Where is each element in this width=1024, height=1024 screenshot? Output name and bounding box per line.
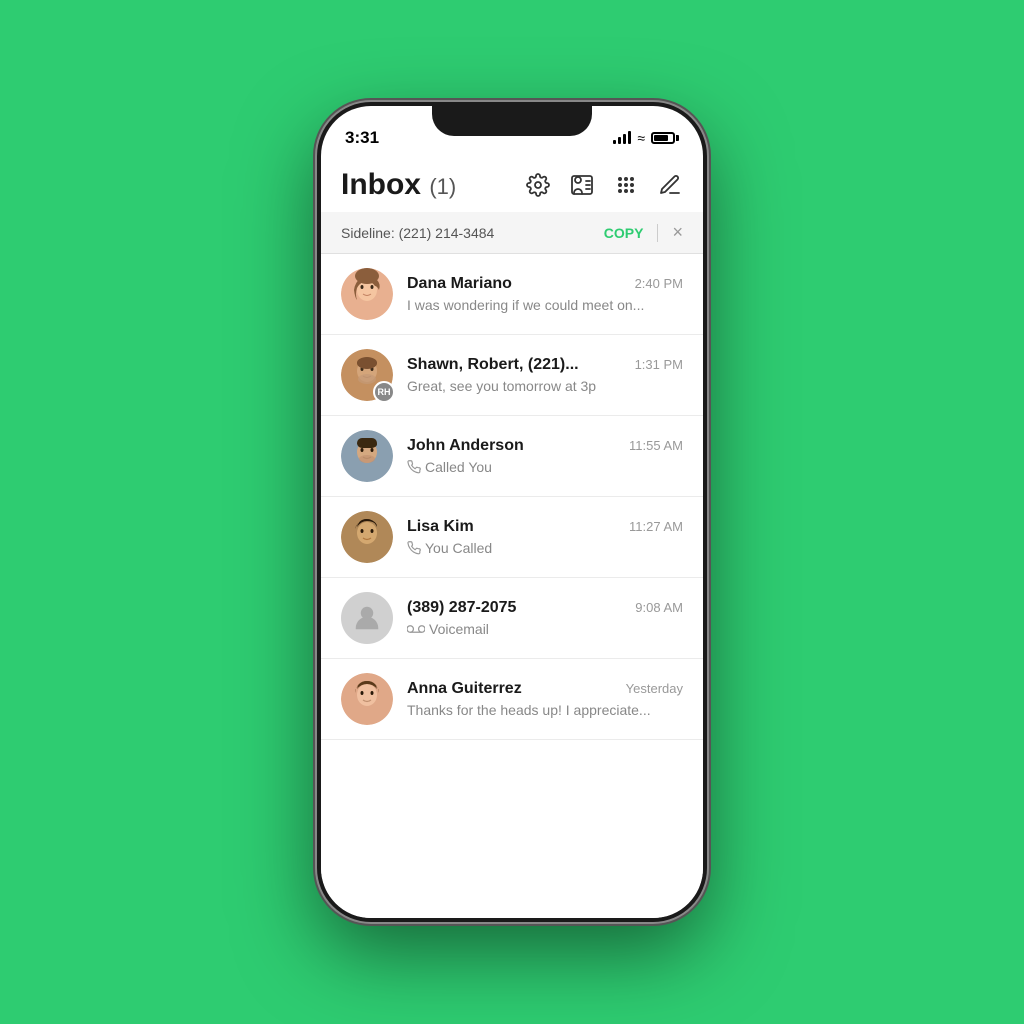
battery-icon [651,132,679,144]
john-avatar [341,430,393,482]
avatar-wrapper [341,511,393,563]
message-time: 11:55 AM [629,438,683,453]
contact-name: Anna Guiterrez [407,680,522,698]
contact-name: John Anderson [407,437,524,455]
message-preview: I was wondering if we could meet on... [407,297,683,313]
inbox-item-anna[interactable]: Anna Guiterrez Yesterday Thanks for the … [321,659,703,740]
call-icon [407,541,421,555]
contact-name: Shawn, Robert, (221)... [407,356,579,374]
close-sideline-button[interactable]: × [672,222,683,243]
header-icons [525,172,683,198]
divider [657,224,658,242]
anna-avatar [341,673,393,725]
contact-name: (389) 287-2075 [407,599,516,617]
inbox-item-lisa[interactable]: Lisa Kim 11:27 AM You Called [321,497,703,578]
item-content: Lisa Kim 11:27 AM You Called [407,518,683,556]
item-top: Shawn, Robert, (221)... 1:31 PM [407,356,683,374]
item-top: Dana Mariano 2:40 PM [407,275,683,293]
phone-screen: 3:31 ≈ [321,106,703,918]
settings-icon[interactable] [525,172,551,198]
phone-device: 3:31 ≈ [317,102,707,922]
item-top: Anna Guiterrez Yesterday [407,680,683,698]
inbox-item-unknown[interactable]: (389) 287-2075 9:08 AM Voicemail [321,578,703,659]
inbox-item-john[interactable]: John Anderson 11:55 AM Called You [321,416,703,497]
item-top: John Anderson 11:55 AM [407,437,683,455]
status-time: 3:31 [345,128,379,148]
inbox-item-shawn[interactable]: RH Shawn, Robert, (221)... 1:31 PM Great… [321,335,703,416]
page-title: Inbox (1) [341,168,456,202]
signal-icon [613,132,631,144]
app-header: Inbox (1) [321,156,703,212]
avatar-wrapper [341,430,393,482]
compose-icon[interactable] [657,172,683,198]
status-icons: ≈ [613,130,679,146]
item-content: Anna Guiterrez Yesterday Thanks for the … [407,680,683,718]
copy-button[interactable]: COPY [604,225,644,241]
message-preview: Great, see you tomorrow at 3p [407,378,683,394]
person-icon [352,603,382,633]
voicemail-preview: Voicemail [407,621,683,637]
avatar-wrapper [341,268,393,320]
contacts-icon[interactable] [569,172,595,198]
sideline-bar: Sideline: (221) 214-3484 COPY × [321,212,703,254]
item-top: Lisa Kim 11:27 AM [407,518,683,536]
message-time: 11:27 AM [629,519,683,534]
notch [432,106,592,136]
avatar-wrapper [341,592,393,644]
call-icon [407,460,421,474]
app-content: Inbox (1) [321,156,703,918]
sideline-number: Sideline: (221) 214-3484 [341,225,494,241]
avatar-wrapper [341,673,393,725]
message-time: 9:08 AM [635,600,683,615]
phone-frame: 3:31 ≈ [317,102,707,922]
inbox-item-dana[interactable]: Dana Mariano 2:40 PM I was wondering if … [321,254,703,335]
grid-icon[interactable] [613,172,639,198]
call-preview: Called You [407,459,683,475]
call-preview: You Called [407,540,683,556]
sideline-actions: COPY × [604,222,683,243]
message-time: 2:40 PM [635,276,683,291]
wifi-icon: ≈ [637,130,645,146]
message-time: 1:31 PM [635,357,683,372]
item-top: (389) 287-2075 9:08 AM [407,599,683,617]
contact-name: Lisa Kim [407,518,474,536]
inbox-list: Dana Mariano 2:40 PM I was wondering if … [321,254,703,740]
item-content: John Anderson 11:55 AM Called You [407,437,683,475]
dana-avatar [341,268,393,320]
message-time: Yesterday [626,681,683,696]
item-content: (389) 287-2075 9:08 AM Voicemail [407,599,683,637]
avatar-wrapper: RH [341,349,393,401]
item-content: Shawn, Robert, (221)... 1:31 PM Great, s… [407,356,683,394]
group-badge: RH [373,381,395,403]
voicemail-icon [407,624,425,634]
message-preview: Thanks for the heads up! I appreciate... [407,702,683,718]
item-content: Dana Mariano 2:40 PM I was wondering if … [407,275,683,313]
lisa-avatar [341,511,393,563]
unknown-avatar [341,592,393,644]
contact-name: Dana Mariano [407,275,512,293]
